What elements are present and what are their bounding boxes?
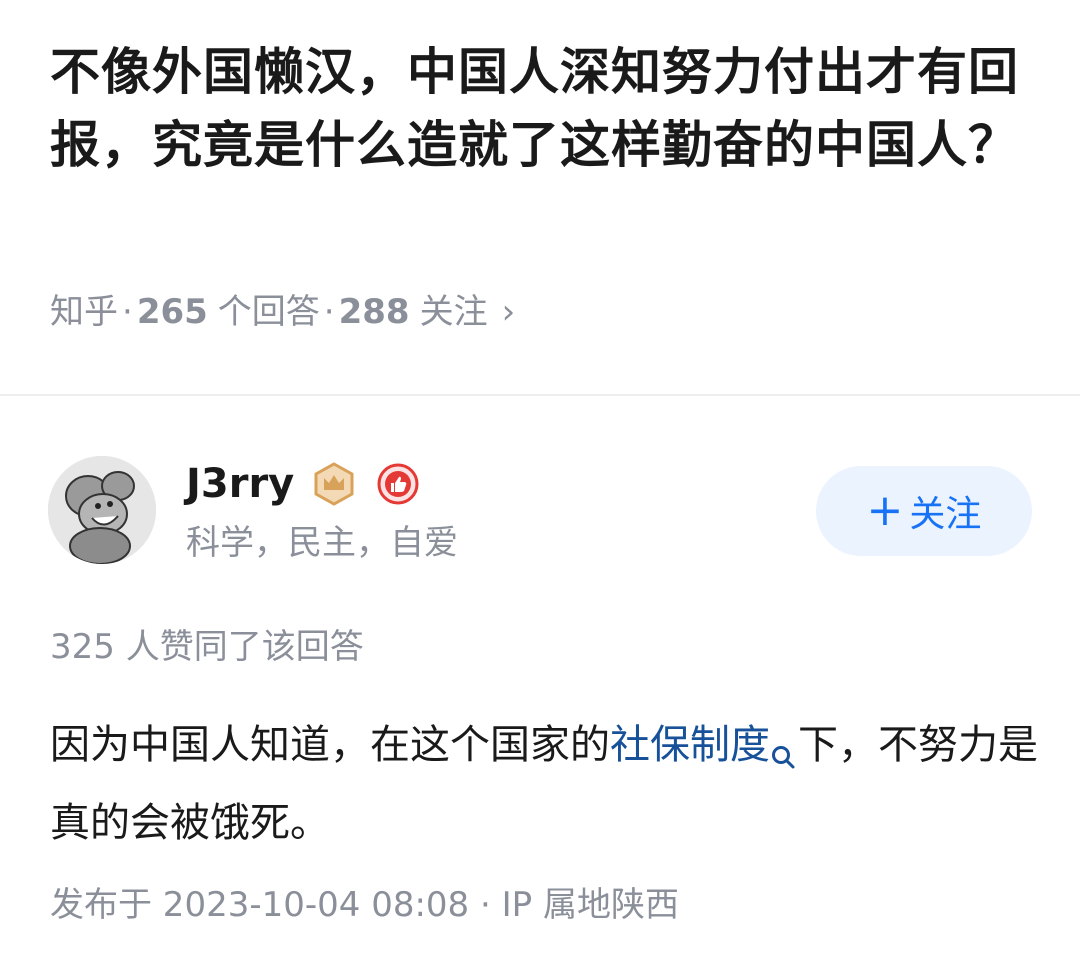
crown-badge-icon[interactable] [312,462,356,506]
follower-count-label: 关注 [419,292,488,332]
follow-button-label: 关注 [909,494,982,535]
publish-info: 发布于 2023-10-04 08:08 · IP 属地陕西 [50,885,679,925]
follower-count: 288 [338,292,410,332]
answer-count: 265 [136,292,208,332]
search-icon[interactable] [770,724,796,790]
author-bio: 科学，民主，自爱 [186,523,458,563]
plus-icon: + [866,485,904,536]
upvote-summary: 325 人赞同了该回答 [50,627,364,667]
meta-separator: · [323,292,335,332]
question-title[interactable]: 不像外国懒汉，中国人深知努力付出才有回报，究竟是什么造就了这样勤奋的中国人？ [50,36,1040,182]
answer-text: 因为中国人知道，在这个国家的 [50,722,610,768]
meta-separator: · [122,292,133,332]
author-avatar[interactable] [48,456,156,564]
thumbs-up-badge-icon[interactable] [376,462,420,506]
follow-button[interactable]: + 关注 [816,466,1032,556]
question-meta[interactable]: 知乎 · 265 个回答 · 288 关注 › [50,290,515,334]
answer-body[interactable]: 因为中国人知道，在这个国家的社保制度 下，不努力是真的会被饿死。 [50,712,1040,856]
search-link[interactable]: 社保制度 [610,722,770,768]
chevron-right-icon: › [501,292,516,332]
author-name[interactable]: J3rry [186,458,294,510]
source-label: 知乎 [50,292,118,332]
answer-count-label: 个回答 [217,292,320,332]
tom-and-jerry-avatar-icon [48,456,156,564]
divider [0,394,1080,396]
